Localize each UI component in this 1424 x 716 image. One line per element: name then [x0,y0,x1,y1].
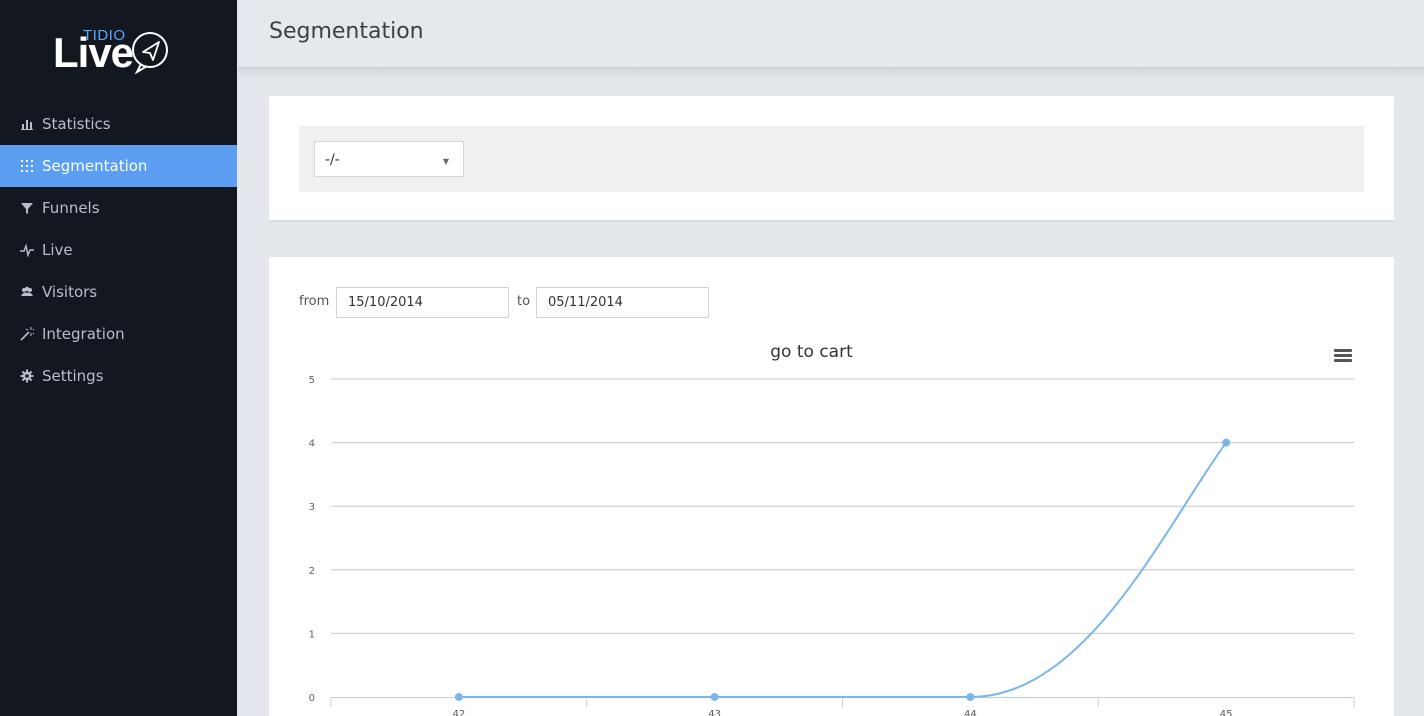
sidebar-item-label: Funnels [42,199,100,217]
y-tick-label: 5 [309,375,315,386]
sidebar-item-statistics[interactable]: Statistics [0,103,237,145]
data-point [966,693,975,701]
sidebar-item-label: Live [42,241,73,259]
gear-icon [20,369,34,383]
x-tick-label: 43 [708,709,721,716]
y-tick-label: 4 [309,439,315,450]
page-title: Segmentation [269,19,424,44]
data-point [454,693,463,701]
y-tick-label: 1 [309,629,315,640]
sidebar-item-segmentation[interactable]: Segmentation [0,145,237,187]
page-header: Segmentation [238,0,1424,68]
chart-menu-button[interactable] [1334,349,1352,363]
sidebar-item-label: Statistics [42,115,111,133]
sidebar-item-visitors[interactable]: Visitors [0,271,237,313]
sidebar-item-label: Settings [42,367,104,385]
sidebar-item-integration[interactable]: Integration [0,313,237,355]
sidebar-item-live[interactable]: Live [0,229,237,271]
segment-filter-card: -/- ▼ [269,96,1394,222]
x-tick-label: 44 [964,709,977,716]
y-tick-label: 2 [309,566,315,577]
data-point [1222,438,1231,447]
filter-bar: -/- ▼ [299,126,1364,192]
sidebar: Live TIDIO Statistics Segmentation Funne… [0,0,237,716]
sidebar-item-label: Integration [42,325,125,343]
x-tick-label: 42 [453,709,466,716]
menu-bar [1334,354,1352,357]
sidebar-item-funnels[interactable]: Funnels [0,187,237,229]
segment-select-value: -/- [325,152,340,168]
y-tick-label: 0 [309,693,315,704]
logo-tidio-text: TIDIO [83,27,126,44]
funnel-icon [20,201,34,215]
sidebar-item-settings[interactable]: Settings [0,355,237,397]
y-tick-label: 3 [309,502,315,513]
users-icon [20,285,34,299]
chart-title: go to cart [770,342,853,362]
bar-chart-icon [20,117,34,131]
sidebar-nav: Statistics Segmentation Funnels Live Vis… [0,103,237,397]
line-chart: 01234542 43 44 45 [309,375,1355,716]
sidebar-item-label: Segmentation [42,157,148,175]
chart-card: from to 01234542434445 go to cart [269,257,1394,716]
magic-wand-icon [20,327,34,341]
segment-select[interactable]: -/- ▼ [314,141,464,177]
tidio-live-logo[interactable]: Live TIDIO [53,28,173,78]
chevron-down-icon: ▼ [442,157,449,166]
grid-icon [20,159,34,173]
x-tick-label: 45 [1220,709,1233,716]
menu-bar [1334,359,1352,362]
menu-bar [1334,349,1352,352]
sidebar-item-label: Visitors [42,283,98,301]
pulse-icon [20,243,34,257]
header-shadow [238,68,1424,80]
paper-plane-bubble-icon [132,32,168,74]
data-point [710,693,719,701]
